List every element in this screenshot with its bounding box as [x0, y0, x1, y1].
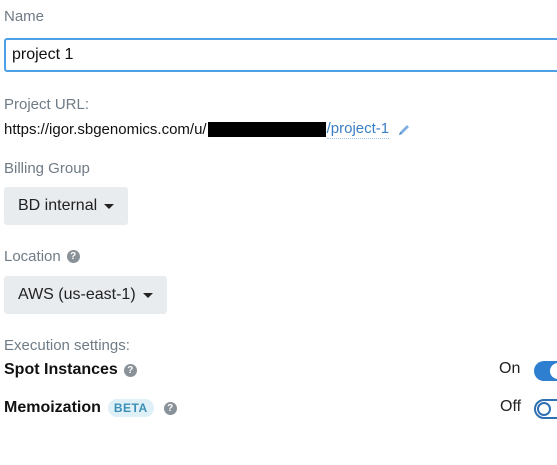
project-url-row: https://igor.sbgenomics.com/u/ /project-…: [4, 120, 411, 139]
execution-settings-heading: Execution settings:: [4, 337, 130, 354]
spot-instances-toggle[interactable]: [534, 361, 557, 381]
project-url-label: Project URL:: [4, 96, 90, 113]
spot-instances-label: Spot Instances: [4, 361, 118, 378]
help-icon[interactable]: ?: [163, 401, 177, 415]
memoization-toggle[interactable]: [534, 399, 557, 419]
toggle-knob: [550, 363, 557, 379]
location-value: AWS (us-east-1): [18, 286, 136, 303]
location-label-row: Location ?: [4, 248, 80, 265]
billing-group-value: BD internal: [18, 197, 98, 214]
location-label: Location: [4, 248, 61, 265]
memoization-label: Memoization: [4, 399, 101, 416]
project-url-prefix: https://igor.sbgenomics.com/u/: [4, 121, 207, 138]
caret-down-icon: [104, 203, 115, 209]
project-settings-form: Name Project URL: https://igor.sbgenomic…: [0, 0, 557, 465]
help-icon[interactable]: ?: [123, 363, 137, 377]
memoization-row: Memoization BETA ?: [4, 399, 177, 417]
name-label: Name: [4, 8, 45, 25]
pencil-icon[interactable]: [397, 123, 411, 137]
spot-instances-state: On: [499, 360, 521, 377]
beta-badge: BETA: [107, 399, 154, 417]
project-url-slug-link[interactable]: /project-1: [326, 120, 390, 139]
help-icon[interactable]: ?: [66, 250, 80, 263]
redacted-username: [207, 122, 326, 137]
location-dropdown[interactable]: AWS (us-east-1): [4, 276, 167, 314]
spot-instances-row: Spot Instances ?: [4, 361, 137, 379]
toggle-knob: [537, 402, 551, 416]
caret-down-icon: [142, 292, 153, 298]
name-input[interactable]: [4, 38, 557, 72]
memoization-state: Off: [500, 398, 522, 415]
billing-group-dropdown[interactable]: BD internal: [4, 187, 129, 225]
billing-group-label: Billing Group: [4, 160, 90, 177]
